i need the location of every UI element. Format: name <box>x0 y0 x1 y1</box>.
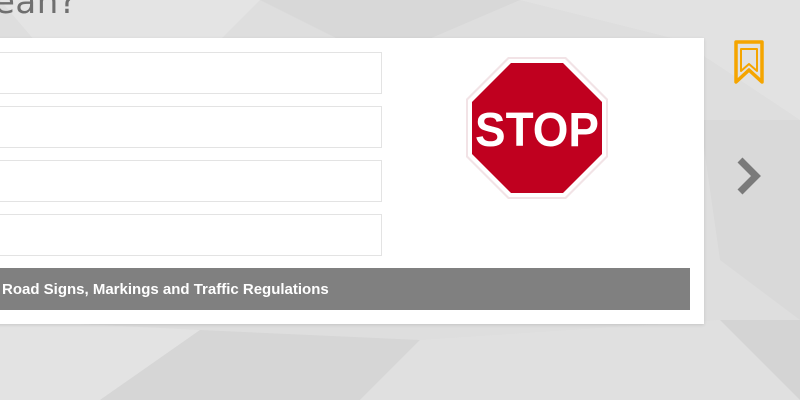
chevron-right-icon <box>737 157 761 195</box>
answer-option-1[interactable] <box>0 52 382 94</box>
next-button[interactable] <box>726 150 770 202</box>
bookmark-button[interactable] <box>728 36 770 88</box>
bookmark-icon <box>734 40 764 84</box>
question-card: STOP Road Signs, Markings and Traffic Re… <box>0 38 704 324</box>
answer-option-2[interactable] <box>0 106 382 148</box>
answer-option-4[interactable] <box>0 214 382 256</box>
stop-sign-image: STOP <box>466 57 608 199</box>
question-heading: ean? <box>0 0 78 22</box>
answer-option-3[interactable] <box>0 160 382 202</box>
stop-sign-text: STOP <box>475 104 599 157</box>
category-bar: Road Signs, Markings and Traffic Regulat… <box>0 268 690 310</box>
category-label: Road Signs, Markings and Traffic Regulat… <box>2 281 329 298</box>
